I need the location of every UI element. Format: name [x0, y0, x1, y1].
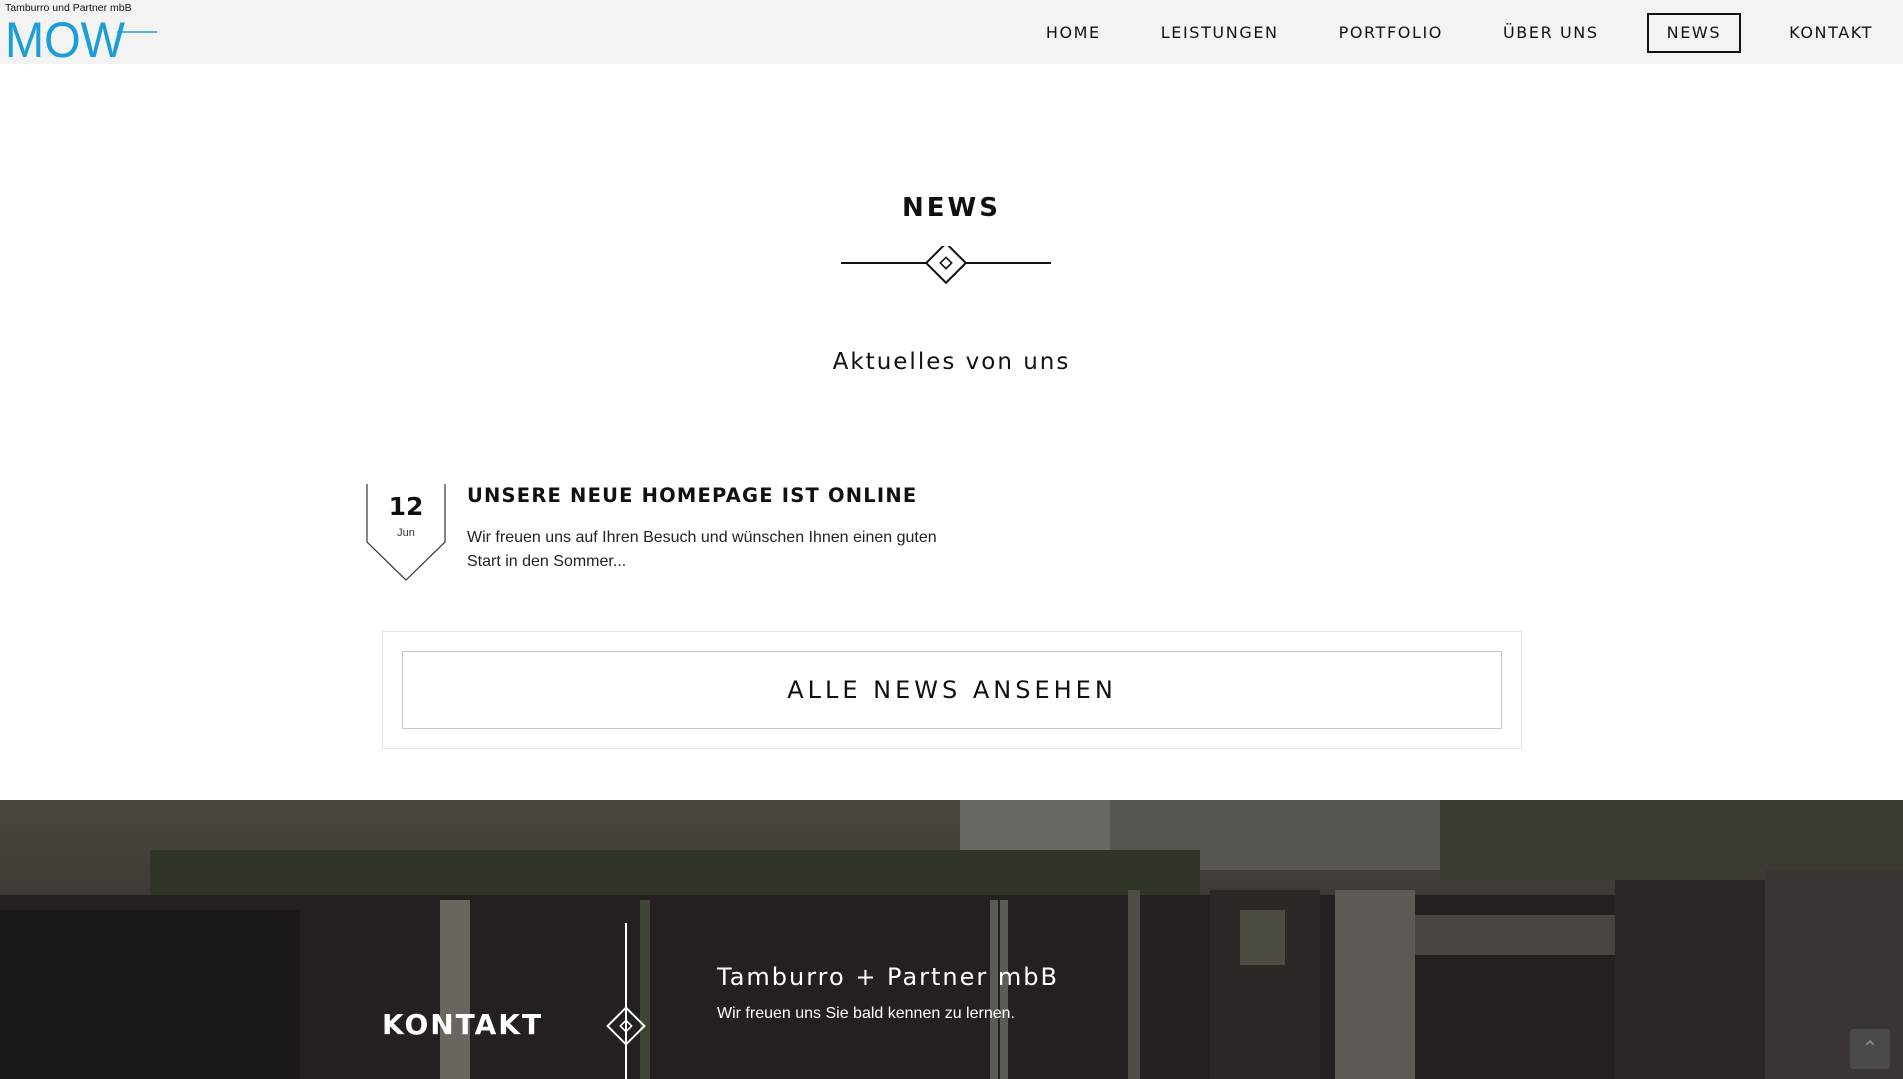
contact-tagline: Wir freuen uns Sie bald kennen zu lernen… — [717, 1005, 1015, 1022]
all-news-button-frame: ALLE NEWS ANSEHEN — [382, 631, 1522, 749]
section-subtitle: Aktuelles von uns — [832, 349, 1071, 375]
diamond-icon — [606, 1006, 646, 1046]
chevron-up-icon: ⌃ — [1861, 1038, 1879, 1060]
date-badge: 12 Jun — [366, 484, 446, 582]
contact-company-name: Tamburro + Partner mbB — [717, 963, 1059, 991]
contact-background-photo — [0, 800, 1903, 1079]
logo-tagline: Tamburro und Partner mbB — [5, 2, 132, 14]
contact-divider-line — [625, 923, 627, 1079]
section-title: NEWS — [902, 193, 1001, 223]
nav-item-ueber-uns[interactable]: ÜBER UNS — [1473, 13, 1629, 53]
date-month: Jun — [397, 527, 415, 539]
nav-item-portfolio[interactable]: PORTFOLIO — [1309, 13, 1473, 53]
contact-title: KONTAKT — [382, 1008, 544, 1041]
nav-item-news[interactable]: NEWS — [1646, 13, 1742, 53]
main-nav: HOME LEISTUNGEN PORTFOLIO ÜBER UNS NEWS … — [1016, 13, 1903, 53]
site-header: Tamburro und Partner mbB MOW HOME LEISTU… — [0, 0, 1903, 64]
diamond-divider-icon — [841, 246, 1051, 285]
nav-item-home[interactable]: HOME — [1016, 13, 1131, 53]
svg-text:MOW: MOW — [5, 14, 126, 60]
news-title[interactable]: UNSERE NEUE HOMEPAGE IST ONLINE — [467, 484, 917, 507]
nav-item-leistungen[interactable]: LEISTUNGEN — [1131, 13, 1309, 53]
news-excerpt: Wir freuen uns auf Ihren Besuch und wüns… — [467, 529, 937, 570]
logo[interactable]: Tamburro und Partner mbB MOW — [5, 2, 157, 60]
news-item[interactable]: 12 Jun UNSERE NEUE HOMEPAGE IST ONLINE W… — [366, 484, 1066, 584]
nav-item-kontakt[interactable]: KONTAKT — [1759, 13, 1903, 53]
contact-section: KONTAKT Tamburro + Partner mbB Wir freue… — [0, 800, 1903, 1079]
all-news-button[interactable]: ALLE NEWS ANSEHEN — [402, 651, 1502, 729]
logo-mark: MOW — [5, 14, 157, 60]
date-day: 12 — [388, 492, 424, 521]
scroll-to-top-button[interactable]: ⌃ — [1850, 1029, 1890, 1069]
